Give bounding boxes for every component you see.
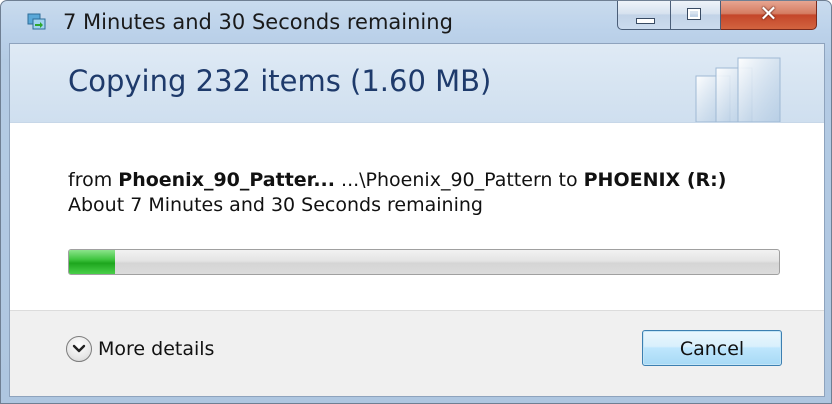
more-details-label: More details [98, 338, 215, 360]
copy-progress-bar [68, 249, 780, 275]
maximize-icon [687, 8, 701, 20]
minimize-icon [636, 18, 655, 24]
from-prefix: from [68, 169, 119, 191]
destination-name[interactable]: PHOENIX (R:) [584, 169, 727, 191]
dialog-footer: More details Cancel [10, 310, 824, 396]
copy-files-icon [27, 13, 47, 31]
copy-source-destination: from Phoenix_90_Patter... ...\Phoenix_90… [68, 169, 726, 191]
close-button[interactable]: ✕ [721, 1, 817, 30]
maximize-button[interactable] [671, 1, 721, 30]
cancel-button[interactable]: Cancel [642, 330, 782, 366]
more-details-toggle[interactable]: More details [66, 336, 214, 362]
chevron-down-icon [66, 336, 92, 362]
title-bar[interactable]: 7 Minutes and 30 Seconds remaining ✕ [1, 1, 831, 43]
copy-summary-title: Copying 232 items (1.60 MB) [68, 64, 492, 98]
window-title: 7 Minutes and 30 Seconds remaining [63, 10, 453, 34]
source-name[interactable]: Phoenix_90_Patter... [118, 169, 335, 191]
minimize-button[interactable] [617, 1, 671, 30]
time-remaining-text: About 7 Minutes and 30 Seconds remaining [68, 194, 483, 216]
close-icon: ✕ [759, 2, 778, 27]
source-path: ...\Phoenix_90_Pattern to [335, 169, 584, 191]
copy-dialog-window: 7 Minutes and 30 Seconds remaining ✕ Cop… [0, 0, 832, 404]
caption-buttons: ✕ [617, 1, 817, 31]
document-pages-icon [688, 54, 788, 123]
progress-fill [69, 250, 116, 274]
header-band: Copying 232 items (1.60 MB) [10, 44, 824, 123]
dialog-content: Copying 232 items (1.60 MB) from Phoenix [9, 43, 825, 397]
